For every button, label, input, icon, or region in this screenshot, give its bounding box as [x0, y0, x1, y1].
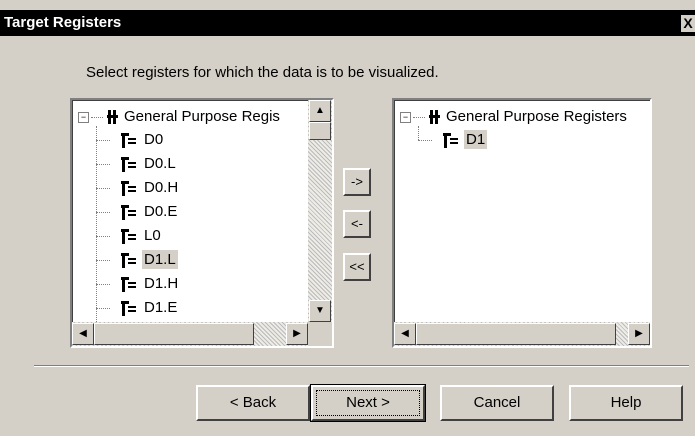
vertical-scrollbar[interactable]: ▲ ▼: [308, 100, 332, 322]
tree-item[interactable]: D0: [120, 129, 165, 151]
register-group-icon: [106, 109, 120, 125]
separator: [34, 365, 689, 367]
register-icon: [120, 228, 138, 245]
register-icon: [120, 204, 138, 221]
scroll-thumb[interactable]: [309, 122, 331, 140]
add-register-button[interactable]: ->: [343, 168, 371, 196]
tree-item[interactable]: D0.E: [120, 201, 179, 223]
scroll-left-icon[interactable]: ◀: [394, 323, 416, 345]
selected-registers-panel[interactable]: − General Purpose Registers D1 ◀ ▶: [392, 98, 652, 348]
tree-item-selected[interactable]: D1: [442, 129, 488, 151]
horizontal-scrollbar[interactable]: ◀ ▶: [72, 322, 308, 346]
register-icon: [120, 156, 138, 173]
available-registers-panel[interactable]: − General Purpose Regis D0 D0.L D0.H D0.E…: [70, 98, 334, 348]
available-registers-tree[interactable]: − General Purpose Regis D0 D0.L D0.H D0.E…: [72, 100, 332, 346]
register-icon: [120, 276, 138, 293]
horizontal-scrollbar[interactable]: ◀ ▶: [394, 322, 650, 346]
selected-registers-tree[interactable]: − General Purpose Registers D1: [394, 100, 650, 346]
scroll-thumb[interactable]: [94, 323, 254, 345]
scroll-left-icon[interactable]: ◀: [72, 323, 94, 345]
scroll-up-icon[interactable]: ▲: [309, 100, 331, 122]
register-icon: [442, 132, 460, 149]
tree-root-label: General Purpose Registers: [446, 108, 627, 125]
tree-item-selected[interactable]: D1.L: [120, 249, 178, 271]
collapse-icon[interactable]: −: [78, 111, 89, 123]
scroll-thumb[interactable]: [416, 323, 616, 345]
close-icon[interactable]: X: [681, 15, 695, 32]
cancel-button[interactable]: Cancel: [440, 385, 554, 421]
register-icon: [120, 132, 138, 149]
tree-item[interactable]: D0.L: [120, 153, 178, 175]
window-title: Target Registers: [4, 14, 122, 31]
register-icon: [120, 300, 138, 317]
remove-all-button[interactable]: <<: [343, 253, 371, 281]
title-bar: Target Registers X: [0, 10, 695, 36]
collapse-icon[interactable]: −: [400, 111, 411, 123]
scroll-corner: [308, 322, 332, 346]
scroll-right-icon[interactable]: ▶: [286, 323, 308, 345]
tree-root-node[interactable]: − General Purpose Regis: [78, 106, 280, 128]
tree-item[interactable]: D1.E: [120, 297, 179, 319]
register-group-icon: [428, 109, 442, 125]
next-button[interactable]: Next >: [310, 384, 426, 422]
register-icon: [120, 252, 138, 269]
help-button[interactable]: Help: [569, 385, 683, 421]
remove-register-button[interactable]: <-: [343, 210, 371, 238]
back-button[interactable]: < Back: [196, 385, 310, 421]
tree-item[interactable]: L0: [120, 225, 163, 247]
register-icon: [120, 180, 138, 197]
scroll-right-icon[interactable]: ▶: [628, 323, 650, 345]
tree-item[interactable]: D1.H: [120, 273, 180, 295]
next-button-label: Next >: [316, 390, 420, 416]
tree-root-label: General Purpose Regis: [124, 108, 280, 125]
scroll-down-icon[interactable]: ▼: [309, 300, 331, 322]
tree-root-node[interactable]: − General Purpose Registers: [400, 106, 627, 128]
instruction-text: Select registers for which the data is t…: [86, 64, 439, 81]
tree-item[interactable]: D0.H: [120, 177, 180, 199]
